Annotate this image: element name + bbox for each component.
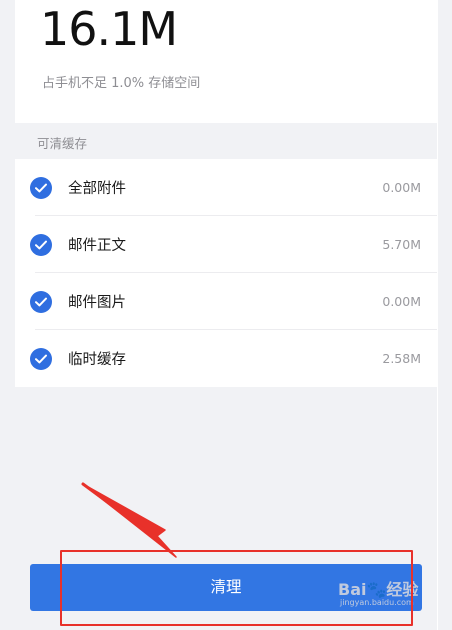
cache-item-temp-cache[interactable]: 临时缓存 2.58M xyxy=(15,330,437,387)
cache-item-label: 临时缓存 xyxy=(68,352,126,368)
right-margin xyxy=(438,0,452,630)
cache-item-mail-body[interactable]: 邮件正文 5.70M xyxy=(15,216,437,273)
cache-item-label: 邮件图片 xyxy=(68,295,126,311)
cache-item-label: 全部附件 xyxy=(68,181,126,197)
cache-item-size: 0.00M xyxy=(382,180,421,195)
cache-total-size: 16.1M xyxy=(40,2,178,56)
clean-button[interactable]: 清理 xyxy=(30,564,422,611)
cache-item-label: 邮件正文 xyxy=(68,238,126,254)
checkmark-icon[interactable] xyxy=(30,290,52,313)
checkmark-icon[interactable] xyxy=(30,347,52,370)
cache-item-size: 2.58M xyxy=(382,351,421,366)
cache-item-mail-images[interactable]: 邮件图片 0.00M xyxy=(15,273,437,330)
cache-item-size: 5.70M xyxy=(382,237,421,252)
app-screen: 16.1M 占手机不足 1.0% 存储空间 可清缓存 全部附件 0.00M 邮件… xyxy=(0,0,452,630)
checkmark-icon[interactable] xyxy=(30,176,52,199)
cache-item-attachments[interactable]: 全部附件 0.00M xyxy=(15,159,437,216)
cache-list: 全部附件 0.00M 邮件正文 5.70M 邮件图片 0.00M 临时缓存 2.… xyxy=(15,159,437,387)
cache-item-size: 0.00M xyxy=(382,294,421,309)
section-header: 可清缓存 xyxy=(37,136,88,151)
storage-usage-note: 占手机不足 1.0% 存储空间 xyxy=(42,76,201,91)
cache-section: 可清缓存 全部附件 0.00M 邮件正文 5.70M 邮件图片 0.00M 临时… xyxy=(15,123,437,630)
left-margin xyxy=(0,0,15,630)
checkmark-icon[interactable] xyxy=(30,233,52,256)
